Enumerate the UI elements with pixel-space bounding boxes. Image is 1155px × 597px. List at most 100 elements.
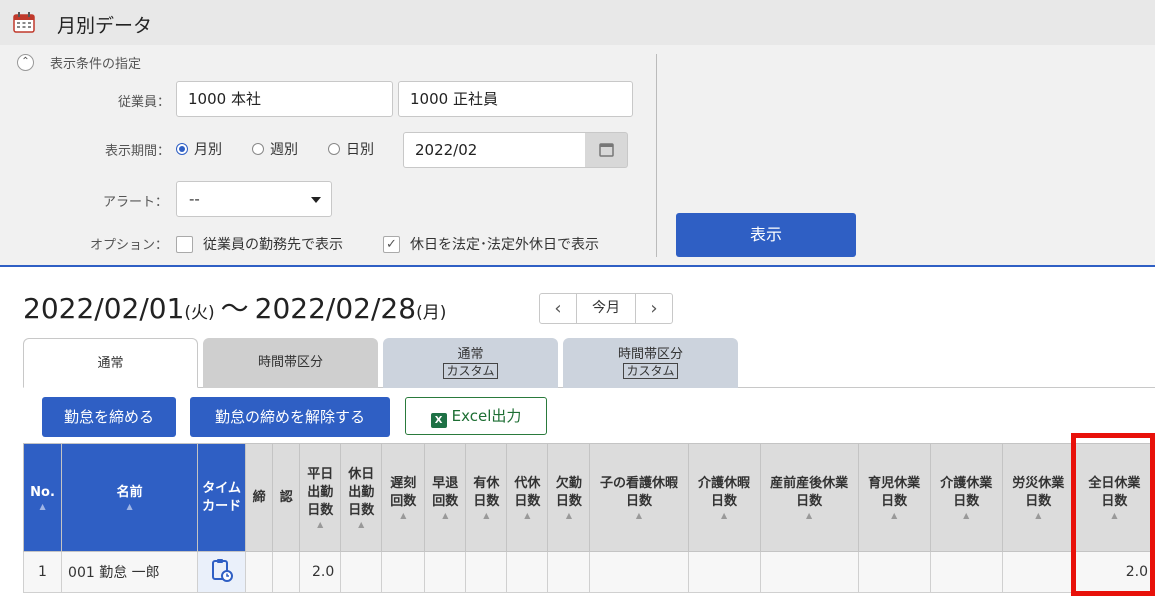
- checkbox-box: [176, 235, 193, 253]
- title-bar: 月別データ: [0, 0, 1155, 45]
- excel-label: Excel出力: [451, 407, 522, 425]
- excel-icon: X: [430, 413, 447, 428]
- col-approved: 認: [272, 443, 301, 552]
- col-late[interactable]: 遅刻 回数 ▲: [381, 443, 426, 552]
- cell-no: 1: [22, 551, 63, 593]
- col-maternity-leave[interactable]: 産前産後休業 日数 ▲: [759, 443, 859, 552]
- monthly-data-table: No. ▲ 名前 ▲ タイム カード 締 認 平日 出勤 日数 ▲ 休日 出勤 日数 ▲…: [22, 443, 1155, 593]
- cell-approved: [272, 551, 301, 593]
- show-button[interactable]: 表示: [676, 213, 856, 257]
- timecard-icon[interactable]: [197, 551, 247, 593]
- cell-weekday-work: 2.0: [299, 551, 342, 593]
- period-input[interactable]: 2022/02: [403, 132, 586, 168]
- cell-workers-comp-leave: [1001, 551, 1075, 593]
- calendar-icon: [599, 143, 614, 157]
- month-pager: ‹ 今月 ›: [539, 293, 673, 324]
- checkbox-label: 休日を法定･法定外休日で表示: [410, 237, 599, 253]
- cell-absence: [547, 551, 591, 593]
- tab-normal[interactable]: 通常: [23, 338, 198, 388]
- col-paid-leave[interactable]: 有休 日数 ▲: [465, 443, 508, 552]
- cell-nursing-leave: [687, 551, 761, 593]
- range-separator: 〜: [220, 292, 249, 325]
- col-nursing-care-leave[interactable]: 介護休業 日数 ▲: [929, 443, 1003, 552]
- tab-sublabel: カスタム: [443, 363, 498, 379]
- col-holiday-work[interactable]: 休日 出勤 日数 ▲: [340, 443, 383, 552]
- col-workers-comp-leave[interactable]: 労災休業 日数 ▲: [1001, 443, 1075, 552]
- col-early-leave[interactable]: 早退 回数 ▲: [424, 443, 467, 552]
- this-month-button[interactable]: 今月: [576, 294, 636, 323]
- unclose-attendance-button[interactable]: 勤怠の締めを解除する: [190, 397, 390, 437]
- clipboard-clock-icon: [211, 559, 233, 582]
- cell-nursing-care-leave: [929, 551, 1003, 593]
- radio-dot: [176, 143, 188, 155]
- option-label: オプション：: [89, 238, 168, 253]
- col-timecard: タイム カード: [197, 443, 247, 552]
- chevron-down-icon: [311, 197, 321, 203]
- radio-label: 週別: [270, 142, 298, 158]
- page-title: 月別データ: [57, 15, 153, 37]
- col-weekday-work[interactable]: 平日 出勤 日数 ▲: [299, 443, 342, 552]
- tab-label: 時間帯区分: [617, 347, 683, 362]
- range-end-dow: (月): [416, 303, 447, 323]
- tab-timeband-custom[interactable]: 時間帯区分 カスタム: [563, 338, 738, 388]
- period-label: 表示期間：: [104, 144, 170, 159]
- cell-maternity-leave: [759, 551, 859, 593]
- divider: [656, 54, 657, 257]
- cell-comp-leave: [506, 551, 549, 593]
- next-month-button[interactable]: ›: [636, 294, 672, 323]
- prev-month-button[interactable]: ‹: [540, 294, 576, 323]
- radio-weekly[interactable]: 週別: [252, 139, 298, 159]
- range-start: 2022/02/01: [23, 292, 185, 325]
- employee-type-field[interactable]: 1000 正社員: [398, 81, 633, 117]
- calendar-icon: [13, 12, 35, 33]
- radio-monthly[interactable]: 月別: [176, 139, 222, 159]
- collapse-icon[interactable]: ⌃: [17, 54, 34, 71]
- highlight-box: [1071, 433, 1155, 596]
- alert-label: アラート：: [102, 195, 168, 210]
- col-nursing-leave[interactable]: 介護休暇 日数 ▲: [687, 443, 761, 552]
- col-comp-leave[interactable]: 代休 日数 ▲: [506, 443, 549, 552]
- tab-normal-custom[interactable]: 通常 カスタム: [383, 338, 558, 388]
- option-workplace-checkbox[interactable]: 従業員の勤務先で表示: [176, 234, 343, 254]
- tab-timeband[interactable]: 時間帯区分: [203, 338, 378, 388]
- radio-dot: [328, 143, 340, 155]
- range-end: 2022/02/28: [254, 292, 417, 325]
- alert-select[interactable]: --: [176, 181, 332, 217]
- tab-label: 通常: [457, 347, 484, 362]
- cell-child-care-leave: [589, 551, 689, 593]
- filter-heading[interactable]: 表示条件の指定: [50, 53, 141, 72]
- cell-childcare-leave: [857, 551, 931, 593]
- cell-early-leave: [424, 551, 467, 593]
- table-row: 1 001 勤怠 一郎 2.0 2.0: [22, 551, 1155, 593]
- date-picker-button[interactable]: [585, 132, 628, 168]
- col-child-care-leave[interactable]: 子の看護休暇 日数 ▲: [589, 443, 689, 552]
- radio-daily[interactable]: 日別: [328, 139, 374, 159]
- option-holiday-checkbox[interactable]: ✓ 休日を法定･法定外休日で表示: [383, 234, 599, 254]
- cell-closed: [245, 551, 274, 593]
- employee-label: 従業員：: [117, 95, 170, 110]
- excel-export-button[interactable]: X Excel出力: [405, 397, 547, 435]
- employee-office-field[interactable]: 1000 本社: [176, 81, 393, 117]
- date-range: 2022/02/01(火) 〜 2022/02/28(月): [23, 287, 446, 327]
- col-childcare-leave[interactable]: 育児休業 日数 ▲: [857, 443, 931, 552]
- radio-label: 月別: [194, 142, 222, 158]
- alert-select-value: --: [189, 190, 200, 208]
- col-absence[interactable]: 欠勤 日数 ▲: [547, 443, 591, 552]
- col-closed: 締: [245, 443, 274, 552]
- range-start-dow: (火): [184, 303, 215, 323]
- col-name[interactable]: 名前 ▲: [61, 443, 199, 552]
- tab-label: 通常: [97, 356, 124, 371]
- checkmark-icon: ✓: [383, 235, 400, 253]
- col-no[interactable]: No. ▲: [22, 443, 63, 552]
- filter-panel: ⌃ 表示条件の指定 従業員： 1000 本社 1000 正社員 表示期間： 月別…: [0, 45, 1155, 267]
- cell-name[interactable]: 001 勤怠 一郎: [61, 551, 199, 593]
- close-attendance-button[interactable]: 勤怠を締める: [42, 397, 176, 437]
- table-header-row: No. ▲ 名前 ▲ タイム カード 締 認 平日 出勤 日数 ▲ 休日 出勤 日数 ▲…: [22, 443, 1155, 552]
- tab-label: 時間帯区分: [257, 355, 323, 370]
- radio-dot: [252, 143, 264, 155]
- checkbox-label: 従業員の勤務先で表示: [203, 237, 343, 253]
- cell-late: [381, 551, 426, 593]
- cell-paid-leave: [465, 551, 508, 593]
- tab-sublabel: カスタム: [623, 363, 678, 379]
- cell-holiday-work: [340, 551, 383, 593]
